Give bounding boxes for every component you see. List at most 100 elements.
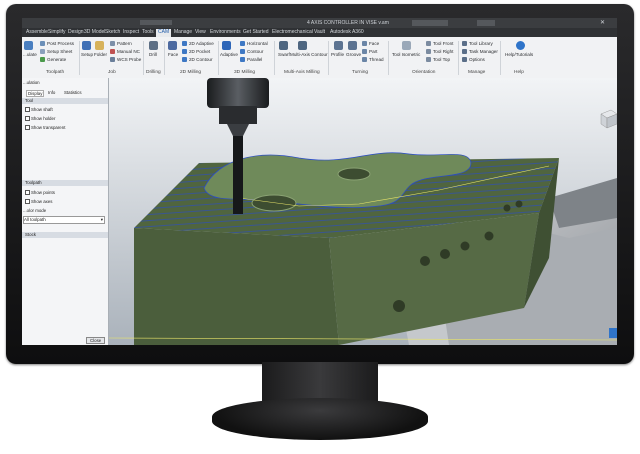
adaptive-button[interactable]: Adaptive — [220, 52, 238, 57]
show-holder-checkbox[interactable]: Show holder — [25, 116, 55, 122]
tab-cam[interactable]: CAM — [156, 29, 172, 37]
side-hole — [420, 256, 430, 266]
tab-manage[interactable]: Manage — [172, 29, 194, 35]
group-label-manage: Manage — [468, 70, 486, 75]
tab-inspect[interactable]: Inspect — [121, 29, 141, 35]
multi-axis-contour-button[interactable]: Multi-Axis Contour — [290, 52, 328, 57]
contour-button[interactable]: Contour — [247, 49, 263, 54]
tab-view[interactable]: View — [193, 29, 208, 35]
parallel-button[interactable]: Parallel — [247, 57, 262, 62]
sign-in-button[interactable] — [477, 20, 495, 26]
turn-face-icon — [362, 41, 367, 46]
2d-contour-button[interactable]: 2D Contour — [189, 57, 213, 62]
show-shaft-label: Show shaft — [31, 107, 53, 112]
tool-top-button[interactable]: Tool Top — [433, 57, 450, 62]
tool-front-button[interactable]: Tool Front — [433, 41, 453, 46]
tool-holder — [219, 106, 257, 124]
search-input[interactable] — [412, 20, 448, 26]
folder-icon[interactable] — [95, 41, 104, 50]
options-button[interactable]: Options — [469, 57, 485, 62]
2d-contour-icon — [182, 57, 187, 62]
thread-button[interactable]: Thread — [369, 57, 384, 62]
generate-button[interactable]: Generate — [47, 57, 66, 62]
groove-button[interactable]: Groove — [346, 52, 361, 57]
tab-get-started[interactable]: Get Started — [241, 29, 271, 35]
tab-tools[interactable]: Tools — [140, 29, 156, 35]
simulate-icon[interactable] — [24, 41, 33, 50]
tab-sketch[interactable]: Sketch — [103, 29, 122, 35]
tab-info[interactable]: Info — [48, 90, 55, 95]
tool-right-button[interactable]: Tool Right — [433, 49, 453, 54]
help-tutorials-button[interactable]: Help/Tutorials — [505, 52, 533, 57]
tool-isometric-icon[interactable] — [402, 41, 411, 50]
setup-button[interactable]: Setup — [81, 52, 93, 57]
tab-statistics[interactable]: Statistics — [64, 90, 82, 95]
show-axes-checkbox[interactable]: Show axes — [25, 199, 53, 205]
end-mill-icon — [233, 136, 243, 214]
spindle-head — [207, 78, 269, 108]
swarf-button[interactable]: Swarf — [278, 52, 290, 57]
manual-nc-button[interactable]: Manual NC — [117, 49, 140, 54]
show-points-checkbox[interactable]: Show points — [25, 190, 55, 196]
groove-icon[interactable] — [348, 41, 357, 50]
show-shaft-checkbox[interactable]: Show shaft — [25, 107, 53, 113]
toolpath-section-header[interactable]: Toolpath — [22, 180, 108, 186]
pattern-button[interactable]: Pattern — [117, 41, 132, 46]
setup-sheet-button[interactable]: Setup Sheet — [47, 49, 72, 54]
info-badge-icon[interactable] — [609, 328, 617, 338]
group-label-turning: Turning — [352, 70, 369, 75]
stock-section-header[interactable]: Stock — [22, 232, 108, 238]
setup-icon[interactable] — [82, 41, 91, 50]
profile-icon[interactable] — [334, 41, 343, 50]
tab-simplify[interactable]: Simplify — [46, 29, 68, 35]
3d-viewport[interactable] — [109, 78, 617, 345]
toolpath-select[interactable]: All toolpath ▾ — [23, 216, 105, 224]
quick-access-toolbar[interactable] — [140, 20, 172, 25]
simulate-button[interactable]: ...ulate — [23, 52, 37, 57]
multi-axis-contour-icon[interactable] — [298, 41, 307, 50]
ribbon-separator — [328, 41, 329, 75]
swarf-icon[interactable] — [279, 41, 288, 50]
side-hole — [503, 204, 511, 212]
post-process-button[interactable]: Post Process — [47, 41, 74, 46]
toolpath-section-label: Toolpath — [25, 180, 42, 185]
close-button[interactable]: Close — [86, 337, 106, 344]
part-button[interactable]: Part — [369, 49, 377, 54]
ribbon-separator — [458, 41, 459, 75]
part-icon — [362, 49, 367, 54]
drill-button[interactable]: Drill — [149, 52, 157, 57]
ribbon-tabs: Assemble Simplify Design 3D Model Sketch… — [22, 28, 617, 37]
close-icon[interactable]: ✕ — [600, 19, 605, 26]
folder-button[interactable]: Folder — [94, 52, 107, 57]
horizontal-button[interactable]: Horizontal — [247, 41, 268, 46]
tab-autodesk-a360[interactable]: Autodesk A360 — [328, 29, 366, 35]
show-axes-label: Show axes — [31, 199, 53, 204]
setup-sheet-icon — [40, 49, 45, 54]
window-title: 4 AXIS CONTROLLER IN VISE v.am — [307, 20, 389, 26]
tab-vault[interactable]: Vault — [312, 29, 327, 35]
tab-environments[interactable]: Environments — [208, 29, 243, 35]
face-mill-icon[interactable] — [168, 41, 177, 50]
adaptive-icon[interactable] — [222, 41, 231, 50]
tab-display[interactable]: Display — [26, 90, 45, 97]
ribbon-separator — [143, 41, 144, 75]
drill-icon[interactable] — [149, 41, 158, 50]
2d-adaptive-icon — [182, 41, 187, 46]
help-icon[interactable] — [516, 41, 525, 50]
2d-pocket-icon — [182, 49, 187, 54]
tab-electromechanical[interactable]: Electromechanical — [270, 29, 315, 35]
monitor-screen: 4 AXIS CONTROLLER IN VISE v.am ✕ Assembl… — [22, 18, 617, 345]
2d-adaptive-button[interactable]: 2D Adaptive — [189, 41, 214, 46]
show-transparent-checkbox[interactable]: Show transparent — [25, 125, 65, 131]
contour-icon — [240, 49, 245, 54]
tool-isometric-button[interactable]: Tool Isometric — [392, 52, 420, 57]
wcs-probe-button[interactable]: WCS Probe — [117, 57, 141, 62]
tool-library-button[interactable]: Tool Library — [469, 41, 493, 46]
face-button[interactable]: Face — [168, 52, 178, 57]
tool-section-header[interactable]: Tool — [22, 98, 108, 104]
cam-simulation-scene — [109, 78, 617, 345]
2d-pocket-button[interactable]: 2D Pocket — [189, 49, 210, 54]
profile-button[interactable]: Profile — [331, 52, 344, 57]
task-manager-button[interactable]: Task Manager — [469, 49, 498, 54]
turn-face-button[interactable]: Face — [369, 41, 379, 46]
